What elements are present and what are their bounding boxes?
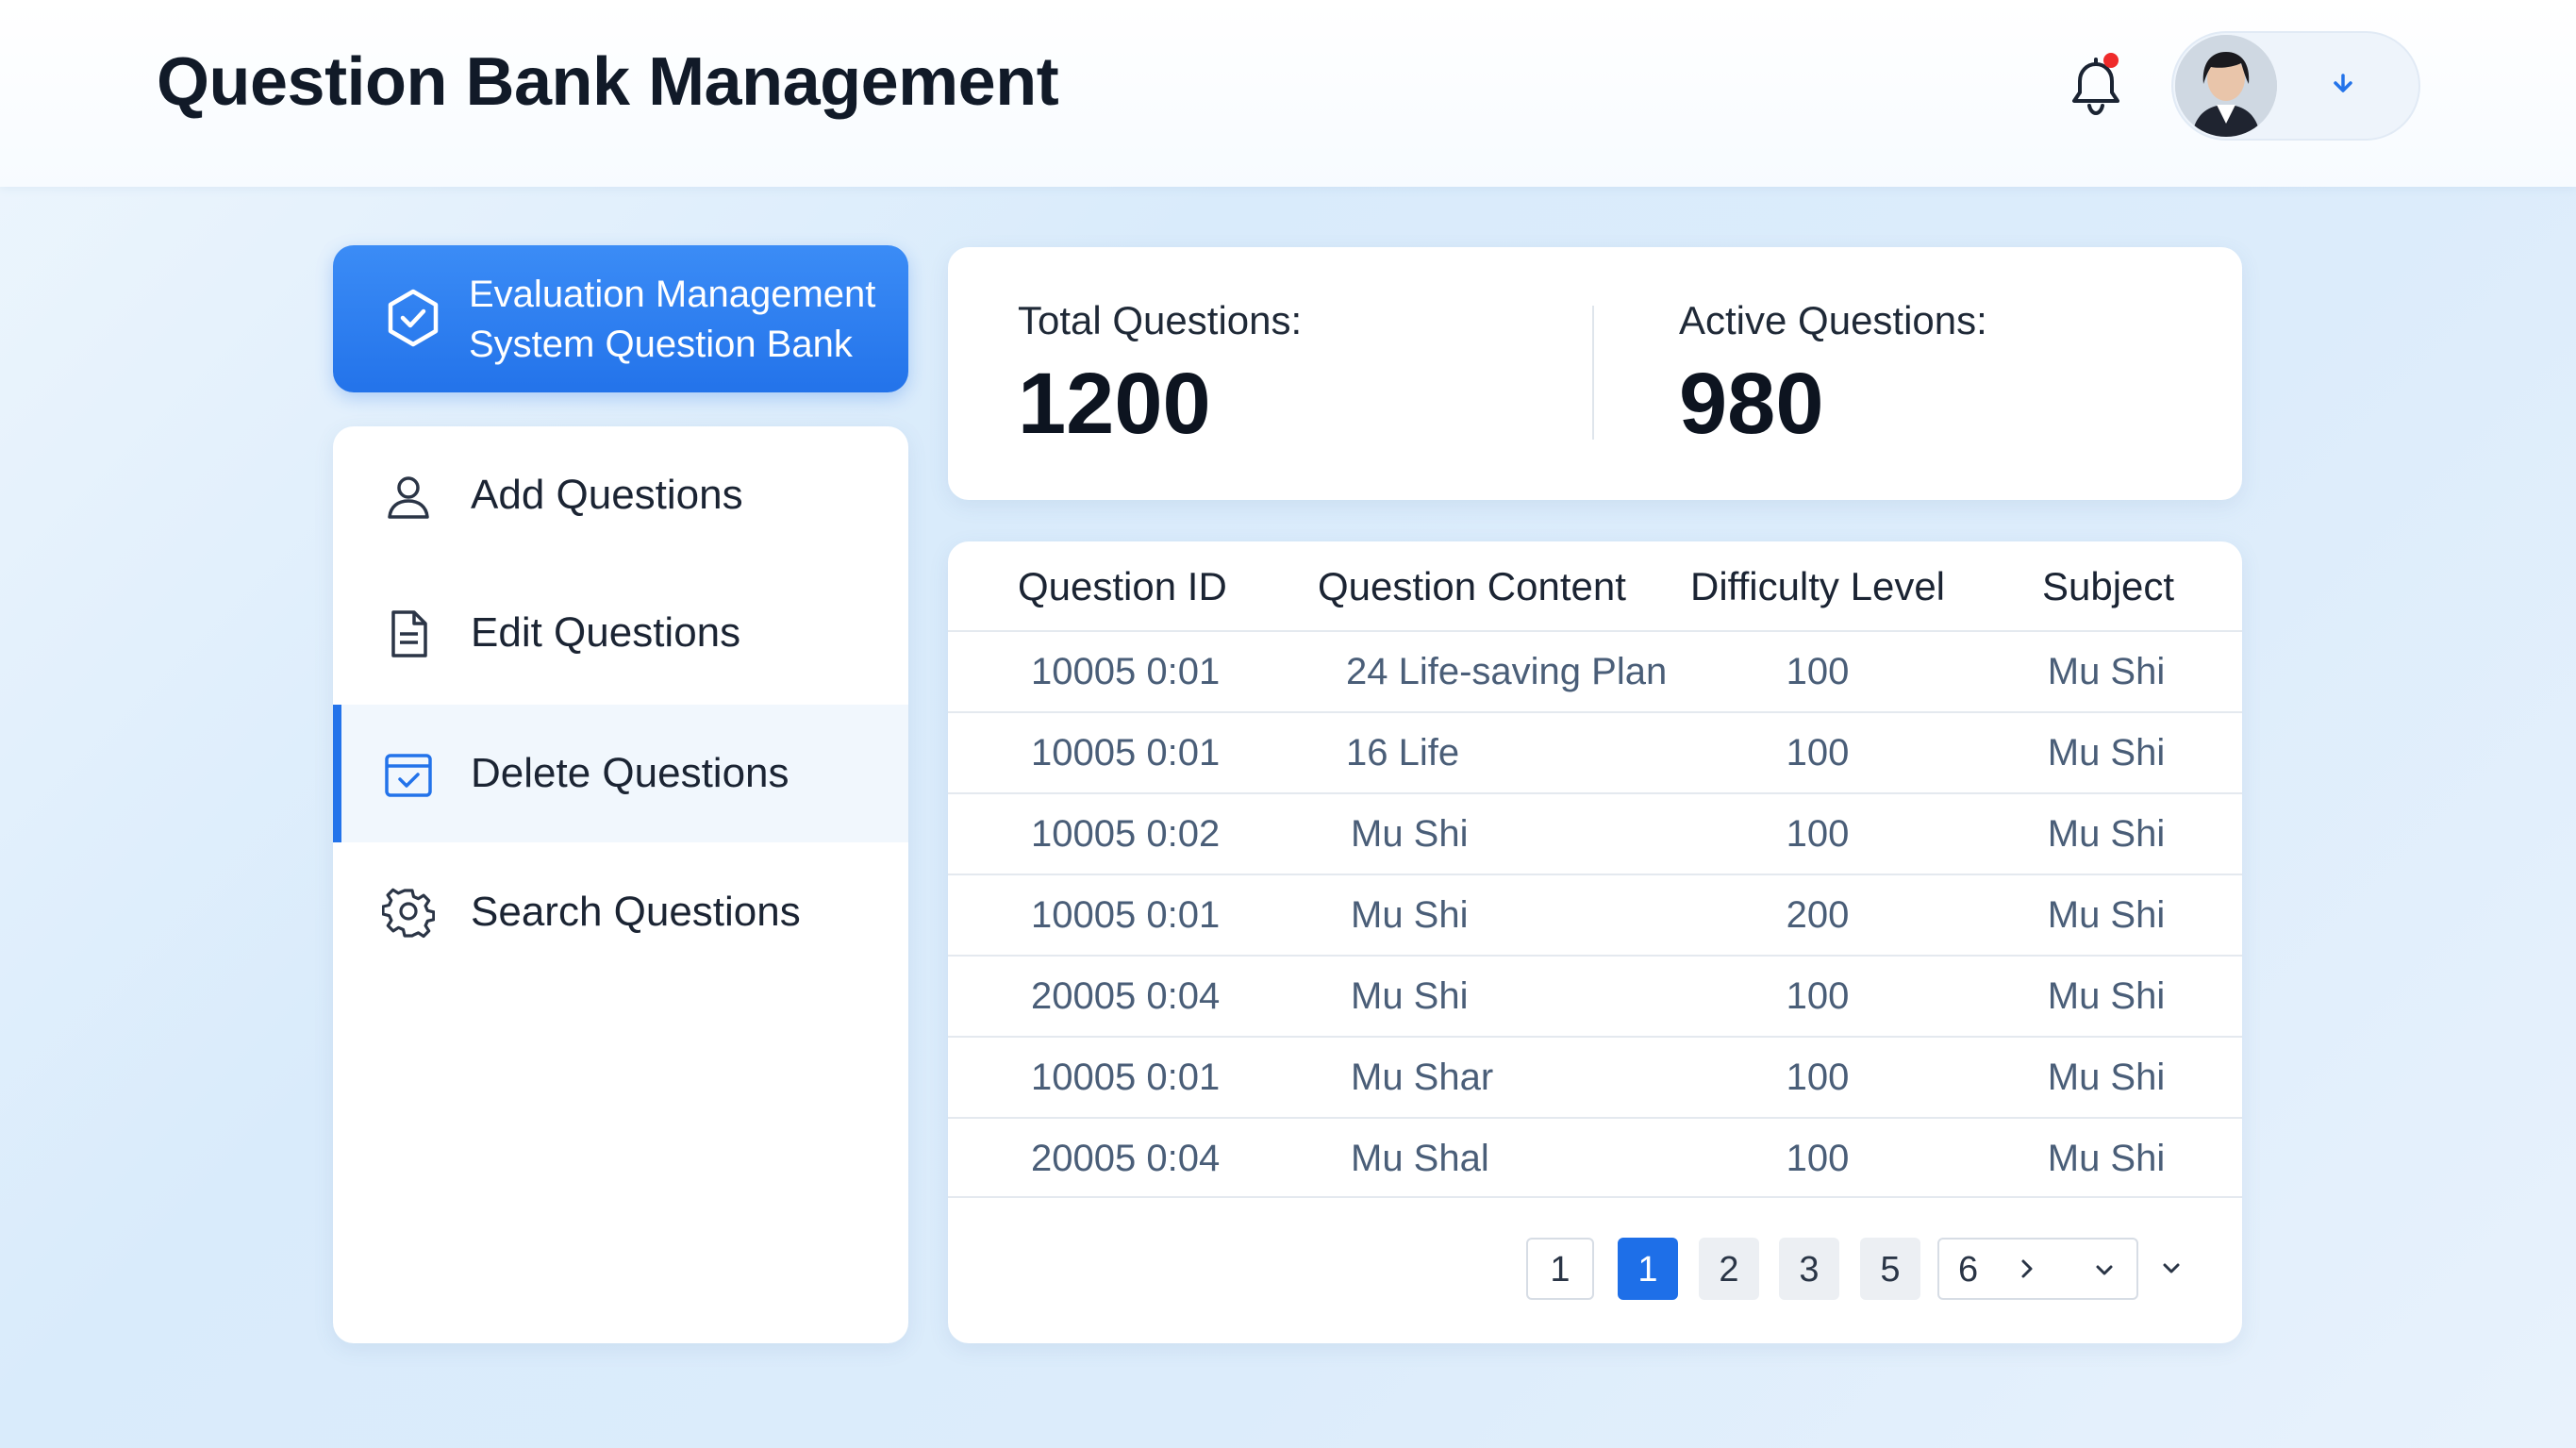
- page-button[interactable]: 3: [1779, 1238, 1839, 1300]
- sidebar-item-search-questions[interactable]: Search Questions: [333, 843, 908, 981]
- column-header-subject[interactable]: Subject: [2042, 564, 2174, 621]
- pagination: 1 1 2 3 5 6: [948, 1238, 2242, 1300]
- cell-difficulty: 200: [1786, 894, 1850, 936]
- cell-subject: Mu Shi: [2047, 975, 2166, 1017]
- brand-card[interactable]: Evaluation Management System Question Ba…: [333, 245, 908, 392]
- stats-divider: [1592, 306, 1594, 440]
- calendar-check-icon: [385, 754, 432, 797]
- cell-question-id: 10005 0:02: [1031, 813, 1221, 855]
- cell-question-content: Mu Shi: [1351, 975, 1469, 1017]
- table-row[interactable]: 10005 0:02 Mu Shi 100 Mu Shi: [948, 792, 2242, 874]
- total-questions-label: Total Questions:: [1018, 298, 1303, 342]
- sidebar-item-add-questions[interactable]: Add Questions: [333, 426, 908, 564]
- gear-icon: [382, 888, 435, 939]
- page-size-select[interactable]: 6: [1937, 1238, 2138, 1300]
- bell-icon[interactable]: [2062, 55, 2130, 123]
- stats-card: Total Questions: 1200 Active Questions: …: [948, 247, 2242, 500]
- cell-subject: Mu Shi: [2047, 1057, 2166, 1098]
- cell-question-id: 10005 0:01: [1031, 732, 1221, 774]
- page-button-current[interactable]: 1: [1618, 1238, 1678, 1300]
- sidebar-item-label: Edit Questions: [471, 609, 741, 656]
- cell-question-id: 20005 0:04: [1031, 1138, 1221, 1179]
- chevron-down-icon[interactable]: [2157, 1255, 2185, 1283]
- table-row[interactable]: 10005 0:01 Mu Shar 100 Mu Shi: [948, 1036, 2242, 1117]
- brand-title: Evaluation Management System Question Ba…: [469, 270, 884, 370]
- cell-subject: Mu Shi: [2047, 813, 2166, 855]
- chevron-down-icon[interactable]: [2090, 1257, 2119, 1285]
- cell-subject: Mu Shi: [2047, 651, 2166, 692]
- sidebar-item-label: Search Questions: [471, 889, 801, 935]
- sidebar-item-delete-questions[interactable]: Delete Questions: [333, 705, 908, 842]
- table-row[interactable]: 20005 0:04 Mu Shal 100 Mu Shi: [948, 1117, 2242, 1198]
- cell-difficulty: 100: [1786, 813, 1850, 855]
- sidebar-item-label: Add Questions: [471, 472, 743, 518]
- notification-badge: [2103, 53, 2119, 68]
- hexagon-check-icon: [388, 289, 439, 347]
- column-header-question-content[interactable]: Question Content: [1318, 564, 1626, 621]
- cell-difficulty: 100: [1786, 651, 1850, 692]
- cell-difficulty: 100: [1786, 732, 1850, 774]
- column-header-difficulty-level[interactable]: Difficulty Level: [1690, 564, 1945, 621]
- column-header-question-id[interactable]: Question ID: [1018, 564, 1227, 621]
- cell-question-id: 10005 0:01: [1031, 651, 1221, 692]
- cell-difficulty: 100: [1786, 975, 1850, 1017]
- avatar[interactable]: [2175, 35, 2277, 137]
- sidebar-item-label: Delete Questions: [471, 750, 789, 796]
- cell-difficulty: 100: [1786, 1057, 1850, 1098]
- cell-subject: Mu Shi: [2047, 894, 2166, 936]
- page-button[interactable]: 5: [1860, 1238, 1920, 1300]
- table-row[interactable]: 10005 0:01 Mu Shi 200 Mu Shi: [948, 874, 2242, 955]
- cell-question-content: Mu Shi: [1351, 813, 1469, 855]
- total-questions-value: 1200: [1018, 356, 1211, 452]
- table-row[interactable]: 20005 0:04 Mu Shi 100 Mu Shi: [948, 955, 2242, 1036]
- cell-question-content: Mu Shi: [1351, 894, 1469, 936]
- cell-question-id: 20005 0:04: [1031, 975, 1221, 1017]
- cell-question-content: Mu Shar: [1351, 1057, 1494, 1098]
- chevron-right-icon[interactable]: [2013, 1255, 2041, 1283]
- cell-question-id: 10005 0:01: [1031, 1057, 1221, 1098]
- user-icon: [388, 476, 429, 519]
- questions-table: Question ID Question Content Difficulty …: [948, 541, 2242, 1343]
- cell-subject: Mu Shi: [2047, 732, 2166, 774]
- cell-question-content: 24 Life-saving Plan: [1346, 651, 1668, 692]
- chevron-down-icon[interactable]: [2324, 68, 2362, 106]
- brand-title-line-2: System Question Bank: [469, 324, 853, 365]
- page-select-value: 6: [1958, 1250, 1979, 1290]
- document-icon: [391, 610, 427, 657]
- active-questions-value: 980: [1679, 356, 1824, 452]
- sidebar-item-edit-questions[interactable]: Edit Questions: [333, 564, 908, 702]
- page-button[interactable]: 1: [1526, 1238, 1594, 1300]
- page-title: Question Bank Management: [157, 44, 1059, 120]
- cell-question-content: 16 Life: [1346, 732, 1460, 774]
- table-row[interactable]: 10005 0:01 24 Life-saving Plan 100 Mu Sh…: [948, 630, 2242, 711]
- table-row[interactable]: 10005 0:01 16 Life 100 Mu Shi: [948, 711, 2242, 792]
- sidebar-nav: Add Questions Edit Questions Delete Ques…: [333, 426, 908, 1343]
- brand-title-line-1: Evaluation Management: [469, 274, 876, 315]
- cell-difficulty: 100: [1786, 1138, 1850, 1179]
- active-questions-label: Active Questions:: [1679, 298, 1987, 342]
- page-button[interactable]: 2: [1699, 1238, 1759, 1300]
- cell-question-content: Mu Shal: [1351, 1138, 1489, 1179]
- cell-question-id: 10005 0:01: [1031, 894, 1221, 936]
- cell-subject: Mu Shi: [2047, 1138, 2166, 1179]
